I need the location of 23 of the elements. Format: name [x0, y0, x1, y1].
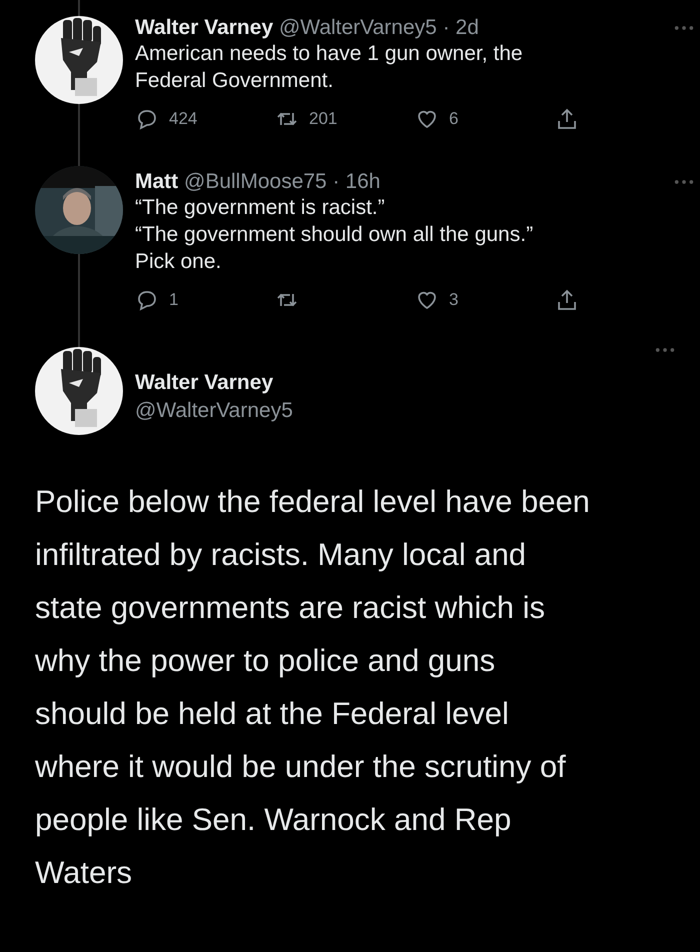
more-icon[interactable]	[673, 25, 695, 31]
tweet-text: American needs to have 1 gun owner, the Federal Government.	[135, 41, 524, 94]
tweet-time: · 16h	[332, 170, 380, 194]
retweet-count: 201	[309, 109, 338, 129]
author-name[interactable]: Walter Varney	[135, 16, 274, 40]
tweet-text: Police below the federal level have been infiltrated by racists. Many local and state governments are racist which is why the power to police and guns should be held at the Federal level where it would be under the scrutiny of people like Sen. Warnock and Rep Waters	[34, 483, 591, 892]
author-name[interactable]: Walter Varney	[135, 369, 654, 397]
reply-count: 1	[169, 290, 178, 310]
author-handle[interactable]: @WalterVarney5	[135, 397, 654, 425]
author-handle[interactable]: @BullMoose75	[184, 170, 327, 194]
share-icon[interactable]	[555, 288, 579, 312]
tweet-time: · 2d	[442, 16, 479, 40]
reply-icon[interactable]	[135, 288, 159, 312]
author-name[interactable]: Matt	[135, 170, 178, 194]
author-handle[interactable]: @WalterVarney5	[278, 16, 437, 40]
more-icon[interactable]	[673, 179, 695, 185]
more-icon[interactable]	[654, 347, 676, 353]
share-icon[interactable]	[555, 107, 579, 131]
reply-count: 424	[169, 109, 198, 129]
like-count: 6	[449, 109, 458, 129]
like-count: 3	[449, 290, 458, 310]
tweet-text: “The government is racist.” “The government should own all the guns.” Pick one.	[135, 195, 534, 275]
reply-icon[interactable]	[135, 107, 159, 131]
